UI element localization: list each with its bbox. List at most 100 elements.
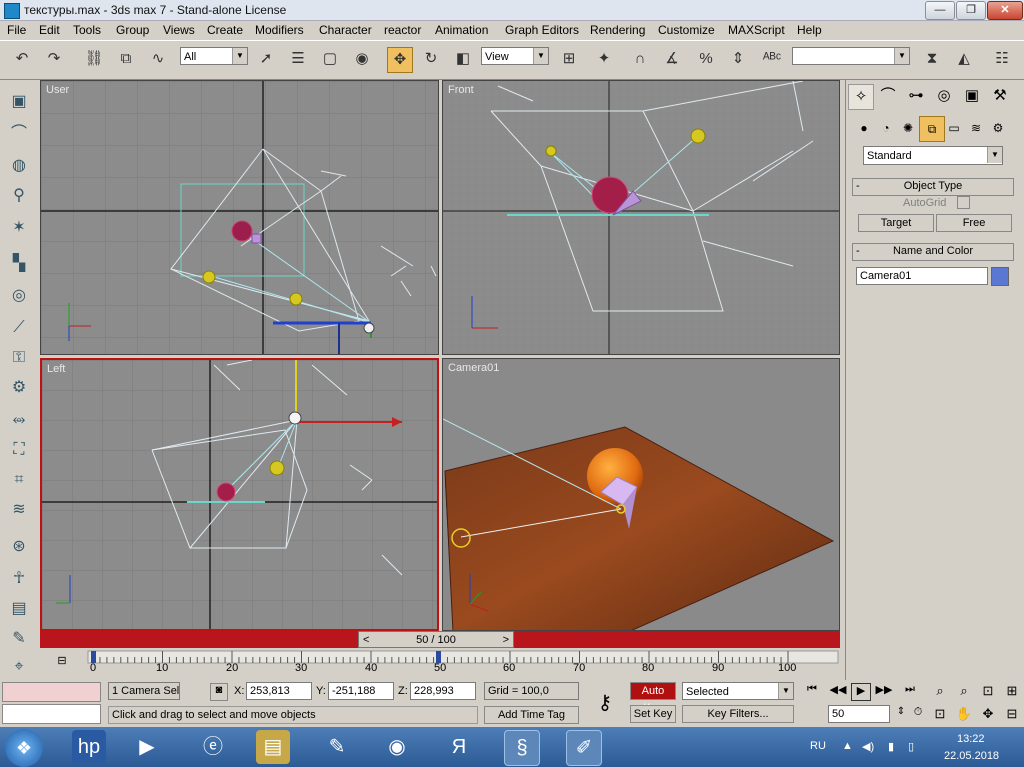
helpers-icon[interactable]: ✶ — [6, 216, 32, 240]
menu-character[interactable]: Character — [319, 23, 372, 37]
start-button[interactable]: ❖ — [5, 729, 43, 767]
play-icon[interactable]: ▶ — [851, 683, 871, 701]
menu-edit[interactable]: Edit — [39, 23, 60, 37]
motion-tab-icon[interactable]: ◎ — [932, 84, 956, 108]
lights-icon[interactable]: ⚲ — [6, 184, 32, 208]
bind-to-space-warp-icon[interactable]: ∿ — [146, 47, 170, 71]
chrome-icon[interactable]: ◉ — [380, 730, 414, 764]
pan-icon[interactable]: ✋ — [954, 706, 974, 722]
maxscript-listener-mini[interactable] — [2, 682, 101, 702]
undo-icon[interactable]: ↶ — [10, 47, 34, 71]
systems-category-icon[interactable]: ⚙ — [986, 116, 1010, 140]
minimize-button[interactable]: — — [925, 1, 955, 20]
window-crossing-icon[interactable]: ◉ — [350, 47, 374, 71]
display-tab-icon[interactable]: ▣ — [960, 84, 984, 108]
select-and-link-icon[interactable]: ⛓ — [82, 47, 106, 71]
angle-snap-icon[interactable]: ∡ — [660, 47, 684, 71]
internet-explorer-icon[interactable]: ⓔ — [196, 730, 230, 764]
go-to-start-icon[interactable]: ⏮ — [802, 683, 822, 699]
create-tab-icon[interactable]: ✧ — [848, 84, 874, 110]
systems-icon[interactable]: ⌗ — [6, 468, 32, 492]
biped-icon[interactable]: ☥ — [6, 567, 32, 591]
viewport-camera01[interactable]: Camera01 — [442, 358, 840, 631]
file-explorer-icon[interactable]: ▤ — [256, 730, 290, 764]
zoom-extents-all-icon[interactable]: ⊞ — [1002, 683, 1022, 699]
patch-grids-icon[interactable]: ⟋ — [6, 316, 32, 340]
select-object-icon[interactable]: ➚ — [254, 47, 278, 71]
yandex-icon[interactable]: Я — [442, 730, 476, 764]
menu-modifiers[interactable]: Modifiers — [255, 23, 304, 37]
free-button[interactable]: Free — [936, 214, 1012, 232]
lock-selection-icon[interactable]: ◙ — [210, 683, 228, 701]
arc-rotate-icon[interactable]: ✥ — [978, 706, 998, 722]
menu-reactor[interactable]: reactor — [384, 23, 421, 37]
align-icon[interactable]: ◭ — [952, 47, 976, 71]
shapes-category-icon[interactable]: ◔ — [874, 116, 898, 140]
region-zoom-icon[interactable]: ⊡ — [930, 706, 950, 722]
target-button[interactable]: Target — [858, 214, 934, 232]
menu-group[interactable]: Group — [116, 23, 149, 37]
paint-app-icon[interactable]: ✎ — [320, 730, 354, 764]
pivot-center-icon[interactable]: ⊞ — [557, 47, 581, 71]
modify-tab-icon[interactable]: ⌒ — [876, 84, 900, 108]
maximize-button[interactable]: ❐ — [956, 1, 986, 20]
viewport-user[interactable]: User — [40, 80, 439, 355]
objects-icon[interactable]: ▣ — [6, 90, 32, 114]
key-mode-dropdown[interactable]: Selected ▼ — [682, 682, 794, 700]
cloth-icon[interactable]: ▤ — [6, 597, 32, 621]
viewport-front[interactable]: Front — [442, 80, 840, 355]
cameras-icon[interactable]: ⛶ — [6, 438, 32, 462]
close-button[interactable]: ✕ — [987, 1, 1023, 20]
menu-help[interactable]: Help — [797, 23, 822, 37]
time-prev-arrow[interactable]: < — [363, 632, 369, 648]
network-icon[interactable]: ▮ — [888, 740, 894, 753]
frame-spinner-icon[interactable]: ⇕ — [894, 706, 908, 722]
maxscript-input-mini[interactable] — [2, 704, 101, 724]
viewport-left[interactable]: Left — [40, 358, 439, 631]
clock-date[interactable]: 22.05.2018 — [944, 750, 999, 762]
y-coordinate-field[interactable]: -251,188 — [328, 682, 394, 700]
battery-icon[interactable]: ▯ — [908, 740, 914, 753]
dynamics-icon[interactable]: ⚙ — [6, 376, 32, 400]
lights-category-icon[interactable]: ✺ — [896, 116, 920, 140]
shapes-icon[interactable]: ⌒ — [6, 122, 32, 146]
hp-app-icon[interactable]: hp — [72, 730, 106, 764]
snaps-toggle-icon[interactable]: ∩ — [628, 47, 652, 71]
go-to-end-icon[interactable]: ⏭ — [900, 683, 920, 699]
hierarchy-tab-icon[interactable]: ⊶ — [904, 84, 928, 108]
previous-frame-icon[interactable]: ◀◀ — [828, 683, 848, 699]
space-warps-icon[interactable]: ⥈ — [6, 408, 32, 432]
space-warps-category-icon[interactable]: ≋ — [964, 116, 988, 140]
layer-manager-icon[interactable]: ☷ — [990, 47, 1014, 71]
time-slider-thumb[interactable]: < 50 / 100 > — [358, 631, 514, 648]
select-and-rotate-icon[interactable]: ↻ — [419, 47, 443, 71]
z-coordinate-field[interactable]: 228,993 — [410, 682, 476, 700]
select-and-move-icon[interactable]: ✥ — [387, 47, 413, 73]
maximize-viewport-icon[interactable]: ⊟ — [1002, 706, 1022, 722]
reactor-icon[interactable]: ⊛ — [6, 535, 32, 559]
media-player-icon[interactable]: ▶ — [130, 730, 164, 764]
edit-named-selection-icon[interactable]: ᴬᴮᶜ — [760, 47, 784, 71]
open-mini-curve-editor-icon[interactable]: ⊟ — [52, 654, 72, 668]
unlink-icon[interactable]: ⧉ — [114, 47, 138, 71]
volume-icon[interactable]: ◀) — [862, 740, 874, 753]
viewport-label-user[interactable]: User — [46, 84, 69, 96]
select-and-scale-icon[interactable]: ◧ — [451, 47, 475, 71]
paint-icon[interactable]: ✎ — [6, 627, 32, 651]
category-dropdown[interactable]: Standard ▼ — [863, 146, 1003, 165]
object-type-rollout[interactable]: - Object Type — [852, 178, 1014, 196]
menu-tools[interactable]: Tools — [73, 23, 101, 37]
paint-taskbar-icon[interactable]: ✐ — [566, 730, 602, 766]
set-key-button[interactable]: Set Key — [630, 705, 676, 723]
menu-views[interactable]: Views — [163, 23, 195, 37]
menu-animation[interactable]: Animation — [435, 23, 488, 37]
current-frame-field[interactable]: 50 — [828, 705, 890, 723]
autogrid-checkbox[interactable] — [957, 196, 970, 209]
viewport-label-camera01[interactable]: Camera01 — [448, 362, 499, 374]
menu-customize[interactable]: Customize — [658, 23, 715, 37]
key-icon[interactable]: ⚷ — [588, 690, 622, 714]
rectangular-selection-icon[interactable]: ▢ — [318, 47, 342, 71]
selection-filter-dropdown[interactable]: All ▼ — [180, 47, 248, 65]
particles-icon[interactable]: ◎ — [6, 284, 32, 308]
modifiers-icon[interactable]: ≋ — [6, 498, 32, 522]
